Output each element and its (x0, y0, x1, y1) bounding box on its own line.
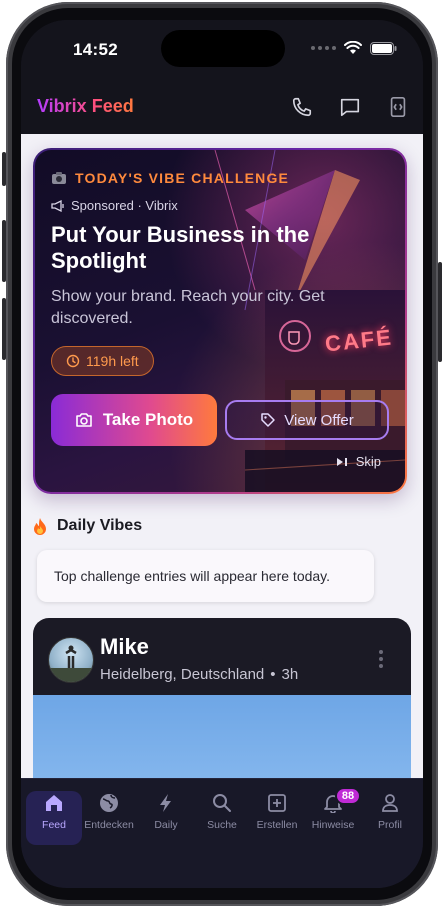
header-actions (289, 94, 411, 120)
tag-icon (261, 413, 275, 427)
skip-label: Skip (355, 454, 381, 469)
globe-icon (97, 791, 121, 815)
skip-icon (336, 457, 347, 466)
tab-suche[interactable]: Suche (194, 791, 250, 845)
user-icon (378, 791, 402, 815)
time-left-text: 119h left (86, 353, 139, 369)
status-time: 14:52 (73, 40, 118, 59)
mute-switch (2, 152, 6, 186)
tab-label: Profil (378, 819, 402, 831)
app-brand: Vibrix Feed (37, 96, 134, 116)
feed-content[interactable]: CAFÉ TODAY'S VIBE CHALLENGE Sponsored · … (21, 134, 423, 778)
tab-hinweise[interactable]: 88 Hinweise (305, 787, 361, 845)
challenge-card: CAFÉ TODAY'S VIBE CHALLENGE Sponsored · … (33, 148, 407, 494)
tab-entdecken[interactable]: Entdecken (81, 791, 137, 845)
plus-square-icon (265, 791, 289, 815)
search-icon (210, 791, 234, 815)
tab-label: Suche (207, 819, 237, 831)
message-icon[interactable] (337, 94, 363, 120)
post-age: 3h (281, 666, 299, 683)
volume-up-button (2, 220, 6, 282)
camera-icon (76, 413, 92, 427)
volume-down-button (2, 298, 6, 360)
phone-icon[interactable] (289, 94, 315, 120)
app-header: Vibrix Feed (21, 80, 423, 134)
tab-label: Erstellen (256, 819, 298, 831)
camera-emoji-icon (52, 172, 66, 184)
dynamic-island (161, 30, 285, 67)
post-card[interactable]: Mike Heidelberg, Deutschland • 3h (33, 618, 411, 778)
screen: 14:52 Vibrix Feed CAFÉ TODAY'S VIBE CHAL… (21, 20, 423, 888)
bolt-icon (154, 791, 178, 815)
sponsored-text: Sponsored · Vibrix (71, 198, 178, 213)
daily-vibes-empty-state: Top challenge entries will appear here t… (37, 550, 374, 602)
challenge-title: Put Your Business in the Spotlight (51, 222, 310, 273)
tab-label: Hinweise (311, 819, 355, 831)
more-options-icon[interactable] (379, 650, 383, 668)
post-image[interactable] (33, 695, 411, 778)
tab-label: Daily (154, 819, 178, 831)
clock-icon (66, 354, 80, 368)
take-photo-button[interactable]: Take Photo (51, 394, 217, 446)
meta-separator: • (270, 666, 276, 683)
take-photo-label: Take Photo (102, 410, 194, 429)
tab-label: Entdecken (84, 819, 134, 831)
wifi-icon (344, 41, 362, 54)
challenge-description: Show your brand. Reach your city. Get di… (51, 288, 325, 327)
status-bar: 14:52 (21, 20, 423, 80)
tab-feed[interactable]: Feed (26, 791, 82, 845)
daily-vibes-title: Daily Vibes (57, 517, 143, 534)
skip-button[interactable]: Skip (336, 454, 381, 469)
power-button (438, 262, 442, 362)
tab-profil[interactable]: Profil (362, 791, 418, 845)
challenge-tag-label: TODAY'S VIBE CHALLENGE (75, 170, 290, 186)
time-left-badge: 119h left (51, 346, 154, 376)
status-icons (311, 41, 397, 55)
avatar[interactable] (48, 637, 94, 683)
view-offer-label: View Offer (284, 411, 354, 429)
tab-bar: Feed Entdecken Daily Suche Erstellen 88 … (21, 778, 423, 888)
post-author[interactable]: Mike (100, 634, 149, 660)
post-location: Heidelberg, Deutschland (100, 666, 265, 683)
fire-icon (34, 518, 46, 535)
daily-vibes-header: Daily Vibes (33, 517, 142, 535)
post-meta: Heidelberg, Deutschland • 3h (100, 666, 298, 683)
sponsored-label: Sponsored · Vibrix (51, 198, 178, 213)
megaphone-icon (51, 199, 64, 212)
tab-daily[interactable]: Daily (138, 791, 194, 845)
challenge-tag: TODAY'S VIBE CHALLENGE (51, 170, 289, 186)
signal-icon (311, 46, 336, 50)
battery-icon (370, 41, 397, 55)
tab-erstellen[interactable]: Erstellen (249, 791, 305, 845)
tab-label: Feed (42, 819, 66, 831)
notification-badge: 88 (335, 787, 361, 805)
home-icon (42, 791, 66, 815)
view-offer-button[interactable]: View Offer (225, 400, 389, 440)
code-icon[interactable] (385, 94, 411, 120)
